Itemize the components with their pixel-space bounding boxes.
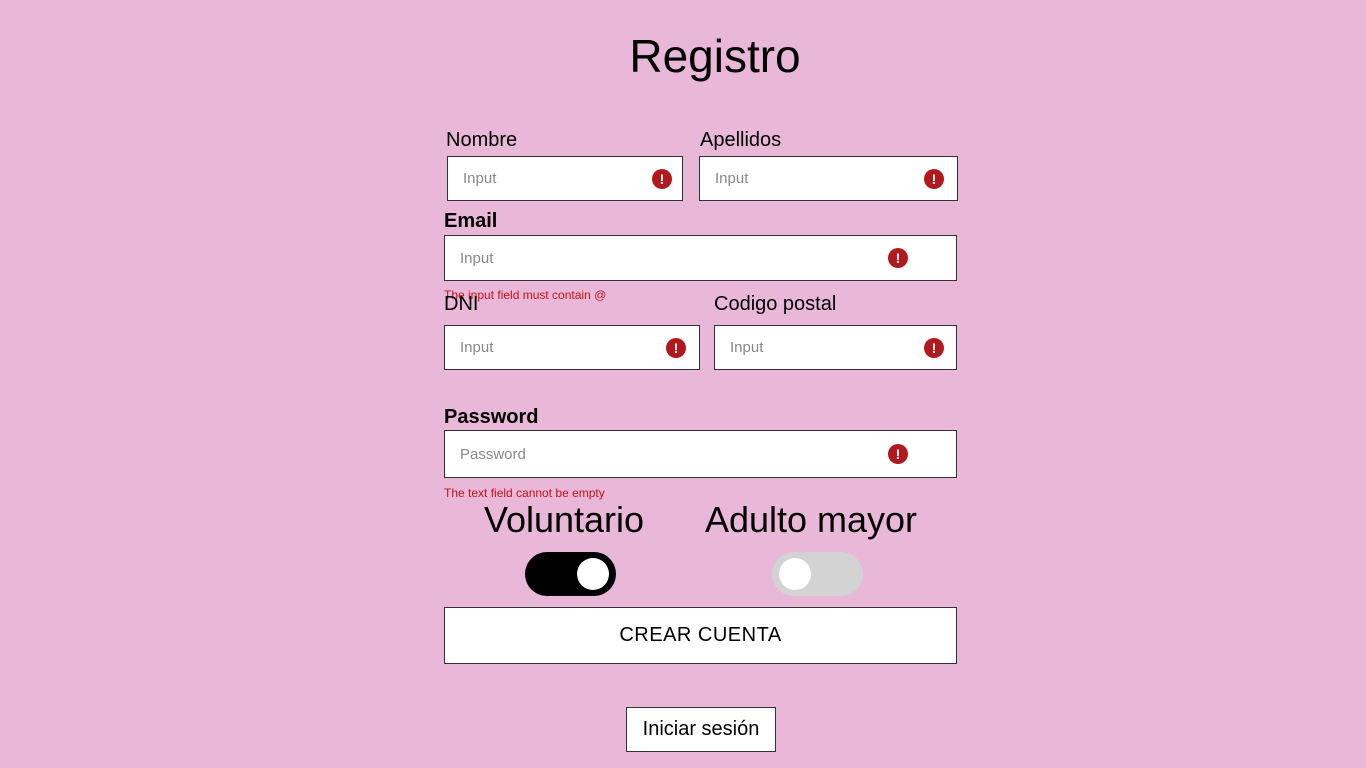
toggle-knob [577,558,609,590]
codigo-postal-input[interactable] [730,326,875,369]
dni-field[interactable]: ! [444,325,700,370]
apellidos-field[interactable]: ! [699,156,958,201]
page-title: Registro [629,30,801,82]
nombre-label: Nombre [446,129,518,151]
codigo-postal-field[interactable]: ! [714,325,957,370]
codigo-postal-error-icon: ! [924,337,944,358]
adulto-mayor-label: Adulto mayor [704,499,918,540]
apellidos-error-icon: ! [924,168,944,189]
password-field[interactable]: ! [444,430,957,478]
password-label: Password [444,406,539,428]
nombre-field[interactable]: ! [447,156,683,201]
nombre-input[interactable] [463,157,604,200]
create-account-button[interactable]: CREAR CUENTA [444,607,957,664]
email-field[interactable]: ! [444,235,957,281]
email-error-icon: ! [888,248,908,268]
adulto-mayor-toggle[interactable] [772,552,863,596]
email-label: Email [444,210,498,232]
apellidos-input[interactable] [715,157,870,200]
dni-error-icon: ! [666,337,686,358]
dni-label: DNI [444,293,479,315]
password-error-message: The text field cannot be empty [444,486,605,500]
login-button[interactable]: Iniciar sesión [626,707,776,752]
voluntario-label: Voluntario [483,499,645,540]
apellidos-label: Apellidos [700,129,782,151]
codigo-postal-label: Codigo postal [714,293,837,315]
email-input[interactable] [460,236,767,280]
voluntario-toggle[interactable] [525,552,616,596]
nombre-error-icon: ! [652,168,672,189]
toggle-knob [779,558,811,590]
dni-input[interactable] [460,326,613,369]
password-error-icon: ! [888,444,908,464]
password-input[interactable] [460,431,767,477]
